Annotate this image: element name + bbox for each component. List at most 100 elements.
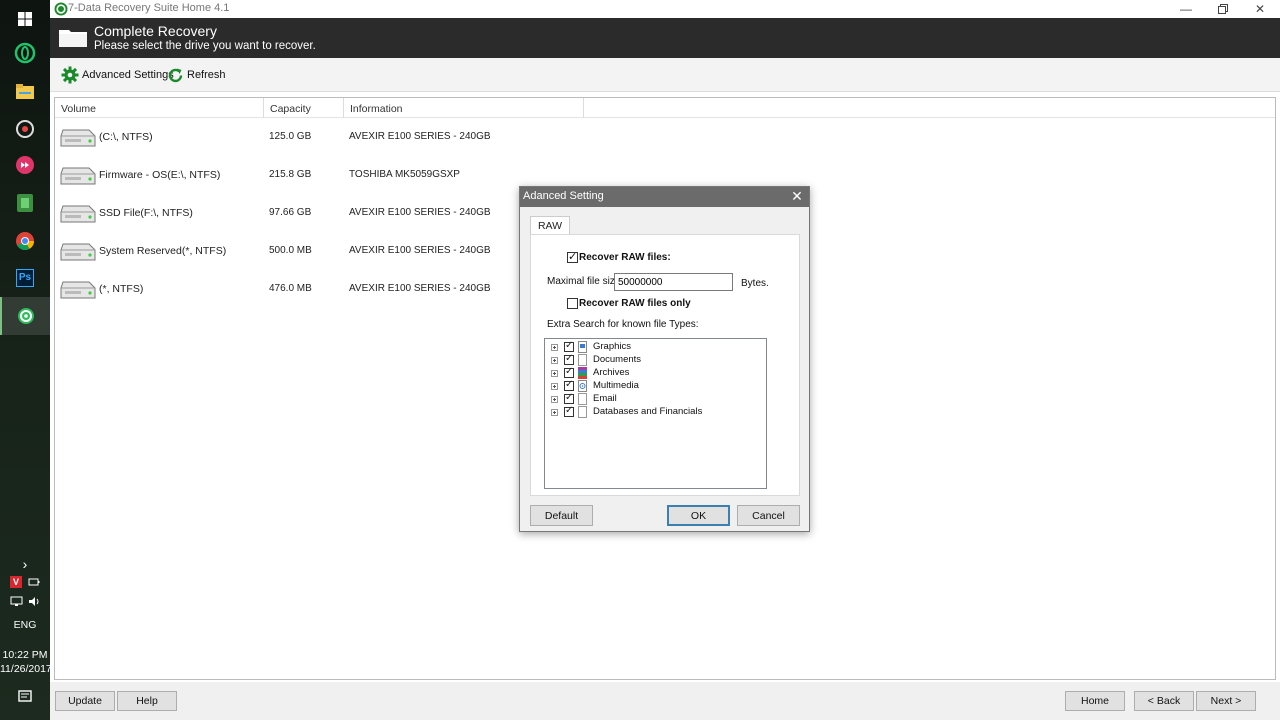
document-icon [578, 354, 587, 366]
tree-checkbox[interactable] [564, 340, 574, 352]
taskbar-app-green[interactable] [0, 34, 50, 72]
hard-disk-icon [60, 167, 96, 185]
tree-label: Databases and Financials [593, 406, 703, 417]
tree-checkbox[interactable] [564, 379, 574, 391]
file-type-tree: Graphics Documents Archives Multimedia E [544, 338, 767, 489]
taskbar-photoshop[interactable]: Ps [0, 259, 50, 297]
recover-raw-only-checkbox[interactable] [567, 298, 578, 309]
next-button[interactable]: Next > [1196, 691, 1256, 711]
expand-icon[interactable] [551, 383, 558, 390]
tree-item[interactable]: Archives [545, 366, 765, 380]
tree-item[interactable]: Multimedia [545, 379, 765, 393]
refresh-label: Refresh [187, 69, 226, 81]
database-icon [578, 406, 587, 418]
start-button[interactable] [0, 0, 50, 38]
taskbar-recorder[interactable] [0, 110, 50, 148]
bottom-bar: Update Help Home < Back Next > [50, 682, 1280, 720]
clock-date[interactable]: 11/26/2017 [0, 663, 52, 675]
advanced-settings-button[interactable]: Advanced Settings [61, 65, 174, 85]
taskbar-media-player[interactable] [0, 146, 50, 184]
recover-raw-checkbox[interactable] [567, 250, 578, 263]
tree-checkbox[interactable] [564, 405, 574, 417]
tree-checkbox[interactable] [564, 353, 574, 365]
tree-checkbox[interactable] [564, 392, 574, 404]
restore-button[interactable] [1205, 0, 1241, 18]
drive-volume: (C:\, NTFS) [99, 131, 153, 143]
help-button[interactable]: Help [117, 691, 177, 711]
cancel-button[interactable]: Cancel [737, 505, 800, 526]
email-icon [578, 393, 587, 405]
tree-item[interactable]: Databases and Financials [545, 405, 765, 419]
taskbar-chrome[interactable] [0, 222, 50, 260]
volume-icon[interactable] [28, 596, 41, 607]
expand-icon[interactable] [551, 344, 558, 351]
media-player-icon [16, 156, 34, 174]
hard-disk-icon [60, 281, 96, 299]
column-header-information[interactable]: Information [344, 98, 584, 118]
action-center-icon[interactable] [18, 690, 32, 704]
max-size-input[interactable] [614, 273, 733, 291]
home-button[interactable]: Home [1065, 691, 1125, 711]
hard-disk-icon [60, 129, 96, 147]
dialog-title-bar: Adanced Setting [520, 187, 809, 207]
restore-icon [1218, 4, 1228, 14]
refresh-icon [168, 68, 183, 82]
ok-button[interactable]: OK [667, 505, 730, 526]
vivaldi-tray-icon[interactable]: V [10, 576, 22, 588]
hard-disk-icon [60, 205, 96, 223]
expand-icon[interactable] [551, 396, 558, 403]
close-icon: ✕ [1254, 2, 1266, 16]
page-title: Complete Recovery [94, 23, 217, 39]
drive-capacity: 125.0 GB [269, 131, 312, 142]
battery-icon[interactable] [28, 577, 40, 587]
drive-information: AVEXIR E100 SERIES - 240GB [349, 245, 491, 256]
chrome-icon [16, 232, 34, 250]
drive-row[interactable]: (C:\, NTFS) 125.0 GB AVEXIR E100 SERIES … [55, 118, 1275, 156]
clock-time[interactable]: 10:22 PM [0, 649, 50, 661]
network-icon[interactable] [10, 596, 23, 607]
hard-disk-icon [60, 243, 96, 261]
language-indicator[interactable]: ENG [0, 619, 50, 631]
toolbar: Advanced Settings Refresh [50, 58, 1280, 92]
drive-volume: (*, NTFS) [99, 283, 144, 295]
tab-raw[interactable]: RAW [530, 216, 570, 235]
drive-information: TOSHIBA MK5059GSXP [349, 169, 460, 180]
tree-checkbox[interactable] [564, 366, 574, 378]
taskbar-data-recovery[interactable] [0, 297, 50, 335]
taskbar-evernote[interactable] [0, 184, 50, 222]
expand-icon[interactable] [551, 357, 558, 364]
back-button[interactable]: < Back [1134, 691, 1194, 711]
folder-icon [59, 30, 87, 47]
app-logo-icon [54, 2, 68, 16]
dialog-close-button[interactable]: ✕ [789, 188, 805, 205]
column-header-capacity[interactable]: Capacity [264, 98, 344, 118]
photoshop-icon: Ps [16, 269, 34, 287]
drive-volume: SSD File(F:\, NTFS) [99, 207, 193, 219]
tree-label: Archives [593, 367, 630, 378]
gear-icon [61, 66, 79, 84]
tree-item[interactable]: Graphics [545, 340, 765, 354]
archive-icon [578, 367, 587, 379]
multimedia-icon [578, 380, 587, 392]
expand-icon[interactable] [551, 370, 558, 377]
refresh-button[interactable]: Refresh [167, 65, 226, 85]
close-icon: ✕ [791, 188, 803, 204]
taskbar-file-explorer[interactable] [0, 72, 50, 110]
tray-expand-chevron-icon[interactable]: › [0, 556, 50, 572]
expand-icon[interactable] [551, 409, 558, 416]
tree-item[interactable]: Email [545, 392, 765, 406]
drive-capacity: 500.0 MB [269, 245, 312, 256]
evernote-icon [17, 194, 33, 212]
close-button[interactable]: ✕ [1242, 0, 1278, 18]
data-recovery-icon [18, 308, 34, 324]
column-header-volume[interactable]: Volume [55, 98, 264, 118]
update-button[interactable]: Update [55, 691, 115, 711]
default-button[interactable]: Default [530, 505, 593, 526]
file-explorer-icon [16, 83, 34, 99]
minimize-button[interactable]: — [1168, 0, 1204, 18]
advanced-setting-dialog: Adanced Setting ✕ RAW Recover RAW files:… [519, 186, 810, 532]
tree-item[interactable]: Documents [545, 353, 765, 367]
tree-label: Multimedia [593, 380, 639, 391]
drive-volume: System Reserved(*, NTFS) [99, 245, 227, 257]
recover-raw-label: Recover RAW files: [579, 252, 671, 263]
